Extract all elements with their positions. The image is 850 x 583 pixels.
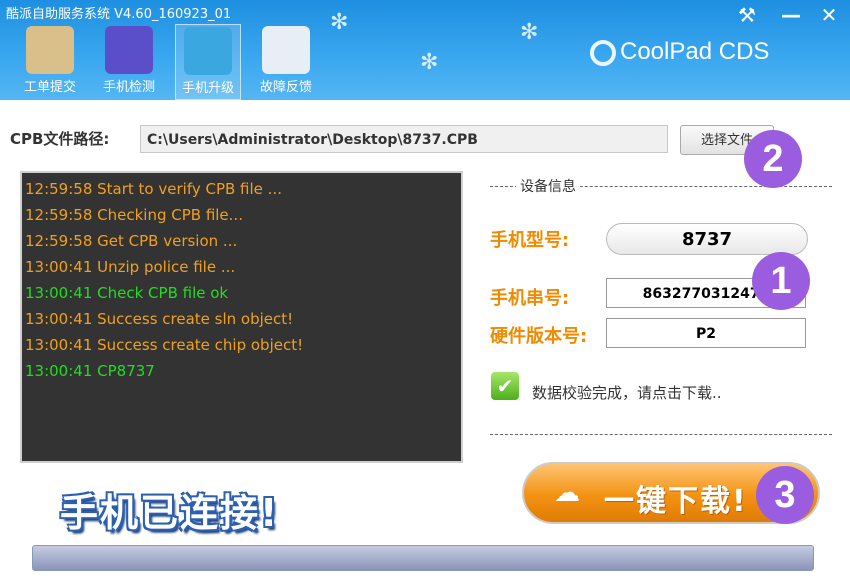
log-line: 12:59:58 Get CPB version ... xyxy=(25,232,238,250)
check-mark-icon: ✔ xyxy=(491,372,519,400)
toolbar-phone-check-button[interactable]: 手机检测 xyxy=(97,24,161,98)
toolbar-label: 故障反馈 xyxy=(259,80,312,95)
dandelion-decoration-icon: ✻ xyxy=(520,20,539,45)
log-line: 13:00:41 Success create chip object! xyxy=(25,336,304,354)
cpb-path-label: CPB文件路径: xyxy=(10,130,110,148)
log-line: 12:59:58 Start to verify CPB file ... xyxy=(25,180,282,198)
model-label: 手机型号: xyxy=(490,230,570,251)
brand-name: CoolPad CDS xyxy=(620,38,770,65)
phone-connected-banner: 手机已连接! xyxy=(60,491,280,535)
log-line: 13:00:41 Check CPB file ok xyxy=(25,284,229,302)
log-line: 13:00:41 CP8737 xyxy=(25,362,155,380)
minimize-button[interactable]: — xyxy=(778,2,804,28)
dandelion-decoration-icon: ✻ xyxy=(330,10,349,35)
divider xyxy=(490,434,832,435)
toolbar-label: 手机升级 xyxy=(181,81,234,96)
cloud-download-icon: ☁ xyxy=(554,478,580,508)
step-badge-3: 3 xyxy=(756,466,814,524)
download-button-label: 一键下载! xyxy=(604,484,748,519)
hardware-version-value: P2 xyxy=(606,318,806,348)
tools-icon xyxy=(105,26,153,74)
toolbar-label: 手机检测 xyxy=(102,80,155,95)
title-bar: 酷派自助服务系统 V4.60_160923_01 ✻ ✻ ✻ ⚒ — ✕ 工单提… xyxy=(0,0,850,100)
step-badge-1: 1 xyxy=(752,252,810,310)
toolbar-feedback-button[interactable]: 故障反馈 xyxy=(254,24,318,98)
toolbar-label: 工单提交 xyxy=(23,80,76,95)
serial-label: 手机串号: xyxy=(490,288,570,309)
progress-bar xyxy=(32,545,814,571)
log-line: 13:00:41 Unzip police file ... xyxy=(25,258,236,276)
brand-logo: CoolPad CDS xyxy=(590,38,769,66)
chart-board-icon xyxy=(26,26,74,74)
toolbar-phone-upgrade-button[interactable]: 手机升级 xyxy=(175,24,241,100)
device-info-title: 设备信息 xyxy=(516,176,580,196)
log-panel[interactable]: 12:59:58 Start to verify CPB file ... 12… xyxy=(20,171,463,463)
close-button[interactable]: ✕ xyxy=(816,2,842,28)
model-value: 8737 xyxy=(606,223,808,255)
coolpad-logo-icon xyxy=(590,39,616,66)
step-badge-2: 2 xyxy=(744,130,802,188)
envelope-icon xyxy=(262,26,310,74)
toolbar-work-order-button[interactable]: 工单提交 xyxy=(18,24,82,98)
upgrade-phone-icon xyxy=(184,27,232,75)
cpb-path-input[interactable]: C:\Users\Administrator\Desktop\8737.CPB xyxy=(140,125,668,153)
verify-status-text: 数据校验完成，请点击下载.. xyxy=(532,384,722,402)
log-line: 12:59:58 Checking CPB file... xyxy=(25,206,243,224)
window-title: 酷派自助服务系统 V4.60_160923_01 xyxy=(6,7,232,22)
dandelion-decoration-icon: ✻ xyxy=(420,50,439,75)
hardware-version-label: 硬件版本号: xyxy=(490,326,588,347)
tools-window-button[interactable]: ⚒ xyxy=(734,2,760,28)
log-line: 13:00:41 Success create sln object! xyxy=(25,310,294,328)
